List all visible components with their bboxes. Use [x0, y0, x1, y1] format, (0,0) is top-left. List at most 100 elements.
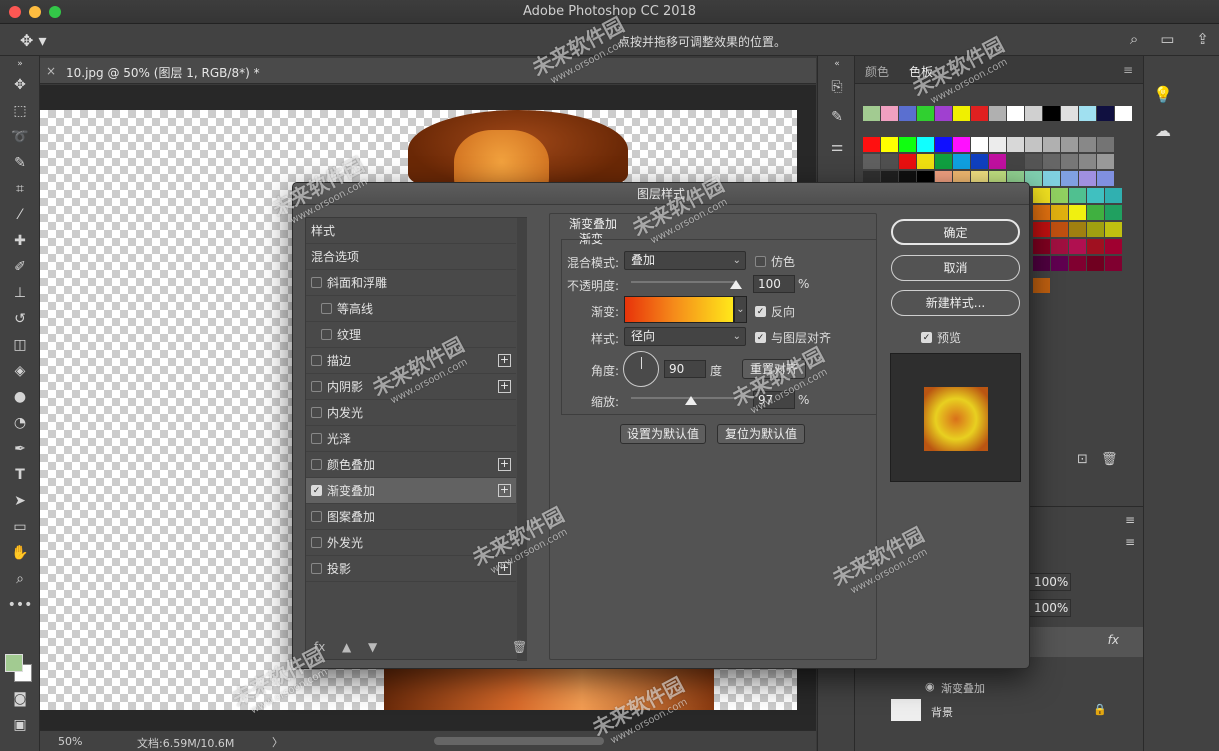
path-select-icon[interactable]: ➤	[0, 488, 40, 514]
layer-row-background[interactable]: 背景 🔒	[855, 697, 1143, 723]
lasso-icon[interactable]: ➰	[0, 124, 40, 150]
style-item[interactable]: 纹理	[306, 322, 516, 348]
swatch[interactable]	[989, 106, 1006, 121]
add-effect-icon[interactable]: +	[498, 458, 511, 471]
opacity-slider[interactable]	[631, 281, 737, 283]
panel-menu-icon[interactable]: ≡	[1125, 513, 1135, 527]
move-down-icon[interactable]: ▼	[368, 640, 377, 654]
style-item[interactable]: 等高线	[306, 296, 516, 322]
add-effect-icon[interactable]: +	[498, 484, 511, 497]
zoom-icon[interactable]: ⌕	[0, 566, 40, 592]
move-icon[interactable]: ✥	[0, 72, 40, 98]
swatch[interactable]	[1007, 106, 1024, 121]
quick-select-icon[interactable]: ✎	[0, 150, 40, 176]
screen-mode-icon[interactable]: ▣	[0, 712, 40, 738]
checkbox-icon[interactable]	[311, 537, 322, 548]
checkbox-icon[interactable]	[311, 459, 322, 470]
checkbox-checked-icon[interactable]: ✓	[311, 485, 322, 496]
more-tools-icon[interactable]: •••	[0, 592, 40, 618]
checkbox-icon[interactable]	[311, 563, 322, 574]
make-default-button[interactable]: 设置为默认值	[620, 424, 706, 444]
reset-align-button[interactable]: 重置对齐	[742, 359, 806, 379]
collapse-icon[interactable]: »	[0, 56, 40, 72]
pen-icon[interactable]: ✒	[0, 436, 40, 462]
swatch[interactable]	[935, 106, 952, 121]
close-icon[interactable]: ×	[46, 64, 56, 78]
checkbox-icon[interactable]	[311, 381, 322, 392]
swatch[interactable]	[953, 106, 970, 121]
style-item[interactable]: ✓ 渐变叠加 +	[306, 478, 516, 504]
document-tab[interactable]: × 10.jpg @ 50% (图层 1, RGB/8*) *	[40, 58, 816, 84]
style-item[interactable]: 外发光	[306, 530, 516, 556]
opacity-input[interactable]: 100	[753, 275, 795, 293]
collapse-icon[interactable]: «	[818, 56, 856, 72]
angle-input[interactable]: 90	[664, 360, 706, 378]
panel-menu-icon[interactable]: ≡	[1123, 63, 1133, 77]
cc-libraries-icon[interactable]: ☁	[1144, 112, 1182, 148]
paint-bucket-icon[interactable]: ◈	[0, 358, 40, 384]
history-icon[interactable]: ⎘	[818, 72, 856, 102]
gradient-dropdown-icon[interactable]: ⌄	[734, 296, 747, 323]
status-menu-arrow[interactable]: 〉	[272, 734, 283, 750]
move-tool-icon[interactable]: ✥ ▾	[20, 31, 50, 50]
checkbox-icon[interactable]	[311, 433, 322, 444]
style-item[interactable]: 描边 +	[306, 348, 516, 374]
preview-checkbox[interactable]: ✓ 预览	[921, 329, 961, 346]
checkbox-icon[interactable]	[321, 329, 332, 340]
angle-dial[interactable]	[623, 351, 659, 387]
style-item[interactable]: 光泽	[306, 426, 516, 452]
eyedropper-icon[interactable]: ⁄	[0, 202, 40, 228]
blend-mode-select[interactable]: 叠加 ⌄	[624, 251, 746, 270]
checkbox-icon[interactable]	[311, 511, 322, 522]
swatch[interactable]	[1043, 106, 1060, 121]
style-item[interactable]: 内阴影 +	[306, 374, 516, 400]
swatch[interactable]	[863, 106, 880, 121]
history-brush-icon[interactable]: ↺	[0, 306, 40, 332]
healing-icon[interactable]: ✚	[0, 228, 40, 254]
align-with-layer-checkbox[interactable]: ✓ 与图层对齐	[755, 329, 831, 346]
swatch[interactable]	[971, 106, 988, 121]
learn-icon[interactable]: 💡	[1144, 76, 1182, 112]
tab-color[interactable]: 颜色	[865, 63, 889, 80]
swatch[interactable]	[1115, 106, 1132, 121]
reset-default-button[interactable]: 复位为默认值	[717, 424, 805, 444]
checkbox-icon[interactable]	[311, 407, 322, 418]
ok-button[interactable]: 确定	[891, 219, 1020, 245]
new-style-button[interactable]: 新建样式...	[891, 290, 1020, 316]
fill-field[interactable]: 100%	[1029, 599, 1071, 617]
checkbox-icon[interactable]	[321, 303, 332, 314]
foreground-color-swatch[interactable]	[5, 654, 23, 672]
eye-icon[interactable]: ◉	[925, 680, 935, 693]
adjustments-icon[interactable]: ⚌	[818, 132, 856, 162]
checkbox-icon[interactable]	[311, 355, 322, 366]
style-item[interactable]: 颜色叠加 +	[306, 452, 516, 478]
style-select[interactable]: 径向 ⌄	[624, 327, 746, 346]
fx-menu-icon[interactable]: fx	[314, 640, 325, 654]
crop-icon[interactable]: ⌗	[0, 176, 40, 202]
checkbox-icon[interactable]	[311, 277, 322, 288]
type-icon[interactable]: T	[0, 462, 40, 488]
swatch[interactable]	[881, 106, 898, 121]
fx-badge[interactable]: fx	[1108, 633, 1119, 647]
swatch[interactable]	[1061, 106, 1078, 121]
zoom-level[interactable]: 50%	[58, 735, 82, 748]
cancel-button[interactable]: 取消	[891, 255, 1020, 281]
style-item[interactable]: 混合选项	[306, 244, 516, 270]
brush-icon[interactable]: ✐	[0, 254, 40, 280]
opacity-field[interactable]: 100%	[1029, 573, 1071, 591]
marquee-icon[interactable]: ⬚	[0, 98, 40, 124]
swatch[interactable]	[899, 106, 916, 121]
tab-swatches[interactable]: 色板	[909, 63, 933, 80]
add-effect-icon[interactable]: +	[498, 380, 511, 393]
style-item[interactable]: 斜面和浮雕	[306, 270, 516, 296]
search-icon[interactable]: ⌕	[1130, 30, 1138, 48]
swatch[interactable]	[1079, 106, 1096, 121]
delete-swatch-icon[interactable]: 🗑	[1101, 452, 1118, 467]
dodge-icon[interactable]: ◔	[0, 410, 40, 436]
panel-menu-icon[interactable]: ≡	[1125, 535, 1135, 549]
gradient-picker[interactable]	[624, 296, 734, 323]
horizontal-scrollbar[interactable]	[434, 737, 604, 745]
reverse-checkbox[interactable]: ✓ 反向	[755, 303, 795, 320]
hand-icon[interactable]: ✋	[0, 540, 40, 566]
blur-icon[interactable]: ●	[0, 384, 40, 410]
